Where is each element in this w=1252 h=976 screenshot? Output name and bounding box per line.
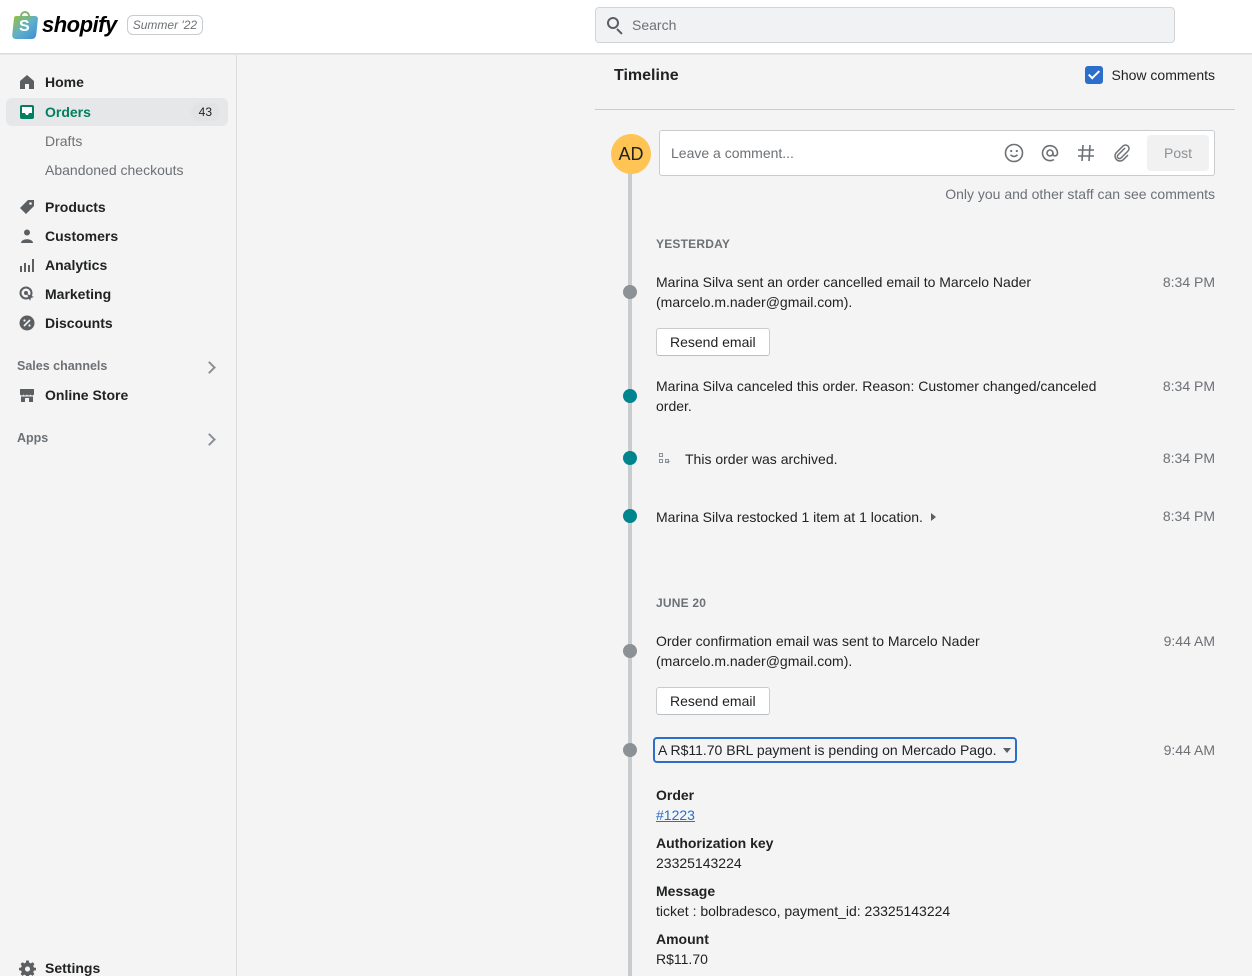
sales-channels-heading: Sales channels — [17, 359, 108, 373]
sidebar-item-label: Products — [45, 199, 106, 215]
payment-pending-toggle[interactable]: A R$11.70 BRL payment is pending on Merc… — [653, 737, 1017, 763]
sidebar: Home Orders 43 Drafts Abandoned checkout… — [0, 54, 237, 976]
store-icon — [17, 385, 37, 405]
target-icon — [17, 284, 37, 304]
sidebar-item-analytics[interactable]: Analytics — [6, 251, 228, 279]
attachment-icon[interactable] — [1111, 142, 1133, 164]
edition-badge: Summer '22 — [126, 15, 204, 35]
sidebar-item-label: Analytics — [45, 257, 108, 273]
search-bar[interactable] — [595, 7, 1175, 43]
detail-label-authorization-key: Authorization key — [656, 835, 774, 851]
day-label-june-20: JUNE 20 — [656, 596, 707, 610]
day-label-yesterday: YESTERDAY — [656, 237, 731, 251]
bar-chart-icon — [17, 255, 37, 275]
comment-visibility-note: Only you and other staff can see comment… — [945, 186, 1215, 202]
search-icon — [606, 16, 624, 35]
sales-channels-chevron-icon[interactable] — [203, 360, 217, 374]
discount-icon — [17, 313, 37, 333]
event-dot — [623, 285, 637, 299]
tag-icon — [17, 197, 37, 217]
archive-icon: + — [659, 453, 671, 466]
detail-label-order: Order — [656, 787, 695, 803]
mention-icon[interactable] — [1039, 142, 1061, 164]
emoji-icon[interactable] — [1003, 142, 1025, 164]
event-confirmation-email: Order confirmation email was sent to Mar… — [656, 633, 980, 669]
expand-triangle-icon[interactable] — [930, 513, 936, 521]
event-dot — [623, 644, 637, 658]
event-time: 8:34 PM — [1162, 450, 1215, 466]
detail-value-amount: R$11.70 — [656, 951, 708, 967]
sidebar-subitem-drafts[interactable]: Drafts — [45, 133, 82, 149]
event-time: 9:44 AM — [1163, 633, 1215, 649]
sidebar-item-home[interactable]: Home — [6, 68, 228, 96]
avatar: AD — [611, 134, 651, 174]
sidebar-item-label: Marketing — [45, 286, 112, 302]
top-bar: S shopify Summer '22 — [0, 0, 1252, 54]
timeline-header: Timeline Show comments — [595, 54, 1235, 110]
sidebar-item-label: Orders — [45, 104, 91, 120]
event-dot — [623, 743, 637, 757]
sidebar-item-label: Settings — [45, 960, 101, 976]
detail-label-message: Message — [656, 883, 716, 899]
sidebar-item-settings[interactable]: Settings — [6, 954, 228, 976]
sidebar-item-label: Online Store — [45, 387, 129, 403]
detail-value-authorization-key: 23325143224 — [656, 855, 742, 871]
sidebar-subitem-abandoned-checkouts[interactable]: Abandoned checkouts — [45, 162, 184, 178]
show-comments-label: Show comments — [1111, 67, 1215, 83]
sidebar-item-customers[interactable]: Customers — [6, 222, 228, 250]
sidebar-item-label: Customers — [45, 228, 119, 244]
sidebar-item-online-store[interactable]: Online Store — [6, 381, 228, 409]
brand-name: shopify — [42, 12, 117, 37]
show-comments-checkbox[interactable] — [1084, 66, 1103, 84]
event-restocked[interactable]: Marina Silva restocked 1 item at 1 locat… — [656, 507, 1126, 527]
sidebar-item-label: Discounts — [45, 315, 113, 331]
event-time: 8:34 PM — [1162, 378, 1215, 394]
resend-email-button[interactable]: Resend email — [656, 328, 770, 356]
sidebar-item-label: Home — [45, 74, 84, 90]
event-text: Marina Silva restocked 1 item at 1 locat… — [656, 509, 923, 525]
shopify-bag-icon: S — [11, 11, 39, 39]
resend-email-button[interactable]: Resend email — [656, 687, 770, 715]
hashtag-icon[interactable] — [1075, 142, 1097, 164]
sidebar-item-discounts[interactable]: Discounts — [6, 309, 228, 337]
comment-input[interactable] — [671, 145, 1003, 161]
event-dot — [623, 451, 637, 465]
orders-icon — [17, 102, 37, 122]
search-input[interactable] — [632, 17, 1174, 33]
post-button[interactable]: Post — [1147, 135, 1209, 171]
detail-label-amount: Amount — [656, 931, 709, 947]
event-dot — [623, 389, 637, 403]
event-cancel-email: Marina Silva sent an order cancelled ema… — [656, 274, 1032, 310]
sidebar-item-products[interactable]: Products — [6, 193, 228, 221]
event-time: 9:44 AM — [1163, 742, 1215, 758]
shopify-logo[interactable]: S shopify Summer '22 — [11, 11, 204, 39]
order-link[interactable]: #1223 — [656, 807, 695, 823]
event-text: A R$11.70 BRL payment is pending on Merc… — [658, 742, 997, 758]
apps-chevron-icon[interactable] — [203, 432, 217, 446]
event-text: This order was archived. — [685, 451, 838, 467]
caret-down-icon — [1002, 747, 1011, 753]
detail-value-message: ticket : bolbradesco, payment_id: 233251… — [656, 903, 951, 919]
sidebar-item-marketing[interactable]: Marketing — [6, 280, 228, 308]
sidebar-item-orders[interactable]: Orders 43 — [6, 98, 228, 126]
orders-count-badge: 43 — [190, 103, 220, 121]
home-icon — [17, 72, 37, 92]
comment-composer: Post — [659, 130, 1215, 176]
event-dot — [623, 509, 637, 523]
apps-heading: Apps — [17, 431, 49, 445]
gear-icon — [17, 958, 37, 976]
show-comments-toggle[interactable]: Show comments — [1084, 66, 1215, 84]
detail-value-order: #1223 — [656, 807, 695, 823]
event-order-canceled: Marina Silva canceled this order. Reason… — [656, 378, 1097, 414]
person-icon — [17, 226, 37, 246]
event-time: 8:34 PM — [1162, 508, 1215, 524]
event-archived: + This order was archived. — [656, 449, 1126, 469]
event-time: 8:34 PM — [1162, 274, 1215, 290]
timeline-title: Timeline — [614, 67, 679, 84]
